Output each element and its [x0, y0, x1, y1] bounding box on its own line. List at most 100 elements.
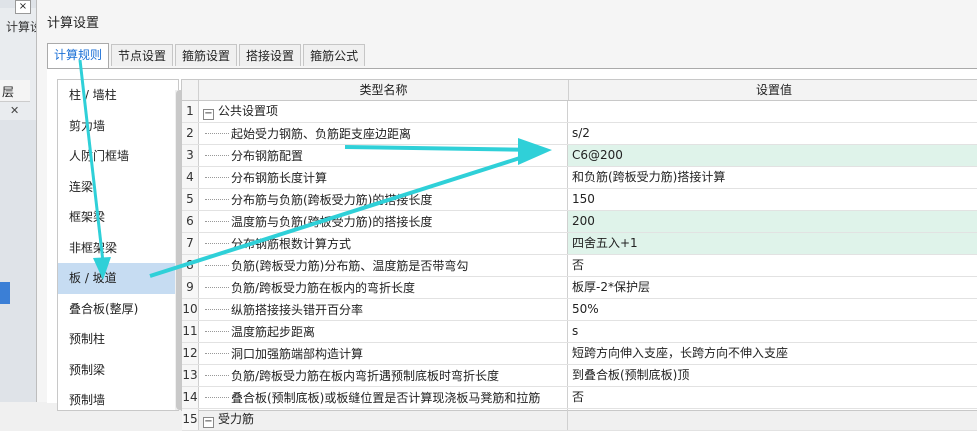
list-item-precast-beam[interactable]: 预制梁 [58, 355, 178, 386]
dialog-title: 计算设置 [47, 16, 100, 31]
list-item-precast-wall[interactable]: 预制墙 [58, 385, 178, 416]
row-value[interactable]: C6@200 [568, 145, 977, 166]
row-name: 起始受力钢筋、负筋距支座边距离 [199, 123, 568, 144]
row-label: 温度筋与负筋(跨板受力筋)的搭接长度 [231, 215, 433, 229]
row-number: 5 [182, 189, 199, 210]
tree-connector [205, 167, 229, 178]
row-value[interactable]: 短跨方向伸入支座，长跨方向不伸入支座 [568, 343, 977, 364]
tab-calc-rules[interactable]: 计算规则 [47, 43, 110, 68]
row-name: 分布筋与负筋(跨板受力筋)的搭接长度 [199, 189, 568, 210]
row-name: 叠合板(预制底板)或板缝位置是否计算现浇板马凳筋和拉筋 [199, 387, 568, 408]
row-number: 10 [182, 299, 199, 320]
tree-connector [205, 387, 229, 398]
header-num-cell [182, 80, 199, 100]
tab-lap-settings[interactable]: 搭接设置 [239, 44, 302, 66]
row-label: 负筋(跨板受力筋)分布筋、温度筋是否带弯勾 [231, 259, 469, 273]
row-label: 叠合板(预制底板)或板缝位置是否计算现浇板马凳筋和拉筋 [231, 391, 541, 405]
background-close-icon[interactable]: × [15, 0, 31, 14]
grid-header: 类型名称 设置值 [182, 80, 977, 101]
row-number: 11 [182, 321, 199, 342]
table-row[interactable]: 2 起始受力钢筋、负筋距支座边距离 s/2 [182, 123, 977, 145]
background-layer-label: 层 [0, 80, 30, 102]
row-name: 负筋/跨板受力筋在板内的弯折长度 [199, 277, 568, 298]
tree-connector [205, 189, 229, 200]
tab-stirrup-settings[interactable]: 箍筋设置 [175, 44, 238, 66]
list-item-coupling-beam[interactable]: 连梁 [58, 172, 178, 203]
tree-connector [205, 321, 229, 332]
list-item-shear-wall[interactable]: 剪力墙 [58, 111, 178, 142]
row-value[interactable]: s [568, 321, 977, 342]
list-item-blast-door-wall[interactable]: 人防门框墙 [58, 141, 178, 172]
table-row[interactable]: 9 负筋/跨板受力筋在板内的弯折长度 板厚-2*保护层 [182, 277, 977, 299]
row-name: 洞口加强筋端部构造计算 [199, 343, 568, 364]
table-row[interactable]: 11 温度筋起步距离 s [182, 321, 977, 343]
row-name: 温度筋起步距离 [199, 321, 568, 342]
table-row[interactable]: 3 分布钢筋配置 C6@200 [182, 145, 977, 167]
row-name: 分布钢筋根数计算方式 [199, 233, 568, 254]
list-item-non-frame-beam[interactable]: 非框架梁 [58, 233, 178, 264]
table-row[interactable]: 13 负筋/跨板受力筋在板内弯折遇预制底板时弯折长度 到叠合板(预制底板)顶 [182, 365, 977, 387]
table-row[interactable]: 8 负筋(跨板受力筋)分布筋、温度筋是否带弯勾 否 [182, 255, 977, 277]
row-label: 分布钢筋配置 [231, 149, 304, 163]
table-row[interactable]: 6 温度筋与负筋(跨板受力筋)的搭接长度 200 [182, 211, 977, 233]
tree-connector [205, 299, 229, 310]
row-value[interactable]: 和负筋(跨板受力筋)搭接计算 [568, 167, 977, 188]
row-value[interactable]: 到叠合板(预制底板)顶 [568, 365, 977, 386]
row-value[interactable]: 否 [568, 255, 977, 276]
list-item-composite-slab[interactable]: 叠合板(整厚) [58, 294, 178, 325]
row-label: 分布钢筋根数计算方式 [231, 237, 352, 251]
row-number: 8 [182, 255, 199, 276]
row-label: 纵筋搭接接头错开百分率 [231, 303, 364, 317]
header-setting-value: 设置值 [755, 83, 792, 97]
row-value[interactable]: 50% [568, 299, 977, 320]
row-name: − 受力筋 [199, 409, 568, 430]
row-name: 负筋/跨板受力筋在板内弯折遇预制底板时弯折长度 [199, 365, 568, 386]
row-number: 7 [182, 233, 199, 254]
row-number: 12 [182, 343, 199, 364]
tree-connector [205, 343, 229, 354]
row-value[interactable]: 四舍五入+1 [568, 233, 977, 254]
background-selection-mark [0, 282, 10, 304]
table-row[interactable]: 15 − 受力筋 [182, 409, 977, 431]
row-label: 分布筋与负筋(跨板受力筋)的搭接长度 [231, 193, 433, 207]
list-item-column[interactable]: 柱 / 墙柱 [58, 80, 178, 111]
row-value[interactable]: 否 [568, 387, 977, 408]
row-value[interactable] [568, 101, 977, 122]
background-close-x-icon[interactable]: ✕ [10, 104, 22, 117]
table-row[interactable]: 14 叠合板(预制底板)或板缝位置是否计算现浇板马凳筋和拉筋 否 [182, 387, 977, 409]
row-value[interactable]: s/2 [568, 123, 977, 144]
row-label: 分布钢筋长度计算 [231, 171, 328, 185]
table-row[interactable]: 12 洞口加强筋端部构造计算 短跨方向伸入支座，长跨方向不伸入支座 [182, 343, 977, 365]
tab-stirrup-formula[interactable]: 箍筋公式 [303, 44, 366, 66]
tree-connector [205, 233, 229, 244]
collapse-icon[interactable]: − [203, 417, 214, 428]
row-number: 15 [182, 409, 199, 430]
tree-connector [205, 123, 229, 134]
header-type-name: 类型名称 [199, 80, 569, 100]
table-row[interactable]: 5 分布筋与负筋(跨板受力筋)的搭接长度 150 [182, 189, 977, 211]
tree-connector [205, 277, 229, 288]
row-value[interactable]: 200 [568, 211, 977, 232]
list-item-slab-ramp[interactable]: 板 / 坡道 [58, 263, 178, 294]
table-row[interactable]: 7 分布钢筋根数计算方式 四舍五入+1 [182, 233, 977, 255]
list-item-frame-beam[interactable]: 框架梁 [58, 202, 178, 233]
table-row[interactable]: 1 − 公共设置项 [182, 101, 977, 123]
row-number: 4 [182, 167, 199, 188]
row-name: 负筋(跨板受力筋)分布筋、温度筋是否带弯勾 [199, 255, 568, 276]
row-number: 14 [182, 387, 199, 408]
table-row[interactable]: 4 分布钢筋长度计算 和负筋(跨板受力筋)搭接计算 [182, 167, 977, 189]
row-label: 洞口加强筋端部构造计算 [231, 347, 364, 361]
row-value[interactable]: 板厚-2*保护层 [568, 277, 977, 298]
tree-connector [205, 365, 229, 376]
row-number: 13 [182, 365, 199, 386]
tab-node-settings[interactable]: 节点设置 [111, 44, 174, 66]
tree-connector [205, 211, 229, 222]
row-value[interactable] [568, 409, 977, 430]
table-row[interactable]: 10 纵筋搭接接头错开百分率 50% [182, 299, 977, 321]
list-item-precast-column[interactable]: 预制柱 [58, 324, 178, 355]
row-value[interactable]: 150 [568, 189, 977, 210]
collapse-icon[interactable]: − [203, 109, 214, 120]
row-label: 温度筋起步距离 [231, 325, 316, 339]
row-number: 1 [182, 101, 199, 122]
row-label: 起始受力钢筋、负筋距支座边距离 [231, 127, 412, 141]
